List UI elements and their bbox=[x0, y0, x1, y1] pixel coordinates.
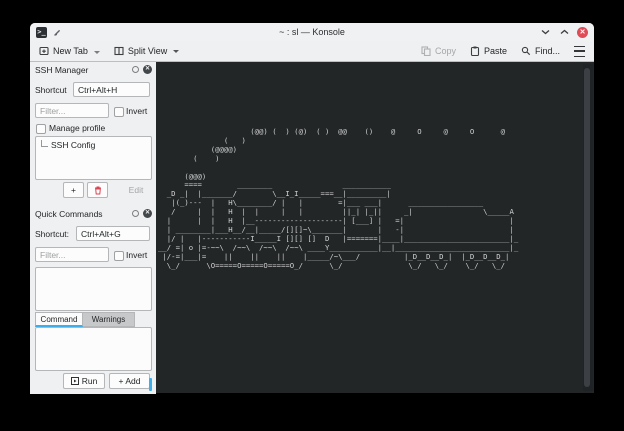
desktop: { "window": { "title": "~ : sl — Konsole… bbox=[0, 0, 624, 431]
paste-button[interactable]: Paste bbox=[470, 46, 507, 56]
titlebar[interactable]: ~ : sl — Konsole >_ ✕ bbox=[30, 23, 594, 41]
quick-commands-title: Quick Commands bbox=[35, 209, 103, 219]
trash-icon bbox=[94, 186, 102, 195]
find-label: Find... bbox=[535, 46, 560, 56]
ssh-config-label: SSH Config bbox=[51, 140, 95, 150]
tree-branch-icon bbox=[41, 140, 48, 147]
qc-add-button[interactable]: + Add bbox=[109, 373, 150, 389]
qc-run-button[interactable]: Run bbox=[63, 373, 105, 389]
quick-commands-float-button[interactable] bbox=[132, 210, 139, 217]
sl-train-ascii-art: (@@) ( ) (@) ( ) @@ () @ O @ O @ ( ) (@@… bbox=[158, 128, 518, 271]
split-view-dropdown-icon[interactable] bbox=[173, 50, 179, 53]
find-button[interactable]: Find... bbox=[521, 46, 560, 56]
new-tab-button[interactable]: New Tab bbox=[39, 46, 100, 56]
window-title: ~ : sl — Konsole bbox=[30, 27, 594, 37]
paste-icon bbox=[470, 46, 480, 56]
qc-invert-label: Invert bbox=[126, 250, 147, 260]
paste-label: Paste bbox=[484, 46, 507, 56]
side-panel: SSH Manager ✕ Shortcut Invert Manage pro… bbox=[30, 62, 156, 394]
search-icon bbox=[521, 46, 531, 56]
main-area: SSH Manager ✕ Shortcut Invert Manage pro… bbox=[30, 62, 594, 393]
qc-command-list[interactable] bbox=[35, 267, 152, 311]
split-view-button[interactable]: Split View bbox=[114, 46, 179, 56]
splitter-focus-indicator[interactable] bbox=[149, 378, 152, 391]
ssh-manager-title: SSH Manager bbox=[35, 65, 88, 75]
ssh-shortcut-field[interactable] bbox=[73, 82, 150, 97]
quick-commands-close-icon[interactable]: ✕ bbox=[143, 209, 152, 218]
ssh-manager-header[interactable]: SSH Manager ✕ bbox=[35, 62, 152, 77]
terminal-view[interactable]: (@@) ( ) (@) ( ) @@ () @ O @ O @ ( ) (@@… bbox=[156, 62, 594, 393]
manage-profile-checkbox[interactable] bbox=[36, 124, 46, 134]
toolbar: New Tab Split View Copy Paste bbox=[30, 41, 594, 62]
ssh-invert-checkbox[interactable] bbox=[114, 107, 124, 117]
ssh-manager-float-button[interactable] bbox=[132, 66, 139, 73]
tab-command[interactable]: Command bbox=[35, 312, 83, 327]
menu-button[interactable] bbox=[574, 46, 585, 57]
ssh-edit-button[interactable]: Edit bbox=[122, 182, 150, 198]
terminal-scrollbar-thumb[interactable] bbox=[584, 68, 590, 387]
terminal-scrollbar[interactable] bbox=[583, 64, 593, 391]
qc-filter-input[interactable] bbox=[35, 247, 109, 262]
quick-commands-header[interactable]: Quick Commands ✕ bbox=[35, 206, 152, 221]
tab-warnings[interactable]: Warnings bbox=[83, 312, 135, 327]
ssh-manager-close-icon[interactable]: ✕ bbox=[143, 65, 152, 74]
new-tab-label: New Tab bbox=[53, 46, 88, 56]
ssh-delete-button[interactable] bbox=[87, 182, 108, 198]
ssh-add-button[interactable]: + bbox=[63, 182, 84, 198]
copy-icon bbox=[421, 46, 431, 56]
new-tab-icon bbox=[39, 46, 49, 56]
hamburger-icon bbox=[574, 46, 585, 57]
qc-invert-checkbox[interactable] bbox=[114, 251, 124, 261]
ssh-shortcut-label: Shortcut bbox=[35, 85, 67, 95]
qc-command-editor[interactable] bbox=[35, 327, 152, 371]
run-icon bbox=[71, 377, 79, 385]
manage-profile-label: Manage profile bbox=[49, 123, 105, 133]
konsole-window: ~ : sl — Konsole >_ ✕ New Tab bbox=[30, 23, 594, 393]
qc-shortcut-field[interactable] bbox=[76, 226, 150, 241]
split-view-icon bbox=[114, 46, 124, 56]
copy-label: Copy bbox=[435, 46, 456, 56]
ssh-filter-input[interactable] bbox=[35, 103, 109, 118]
ssh-invert-label: Invert bbox=[126, 106, 147, 116]
split-view-label: Split View bbox=[128, 46, 167, 56]
copy-button[interactable]: Copy bbox=[421, 46, 456, 56]
ssh-config-tree-item[interactable]: SSH Config bbox=[36, 137, 151, 150]
qc-shortcut-label: Shortcut: bbox=[35, 229, 69, 239]
ssh-config-list[interactable]: SSH Config bbox=[35, 136, 152, 180]
plus-icon: + bbox=[71, 185, 76, 195]
new-tab-dropdown-icon[interactable] bbox=[94, 51, 100, 54]
